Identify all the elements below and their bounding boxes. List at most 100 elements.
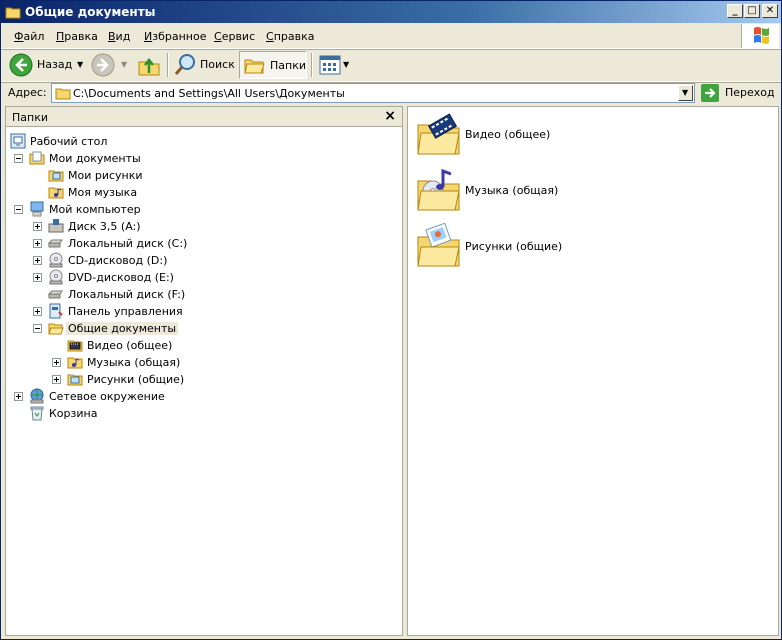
up-folder-icon — [137, 53, 161, 80]
close-button[interactable]: ✕ — [762, 4, 778, 18]
explorer-window: Общие документы _ □ ✕ Файл Правка Вид Из… — [0, 0, 782, 640]
menu-view[interactable]: Вид — [108, 30, 130, 43]
collapse-icon[interactable] — [14, 154, 23, 163]
content-item-pictures[interactable]: Рисунки (общие) — [415, 222, 715, 271]
tree-item-my-music[interactable]: Моя музыка — [6, 184, 396, 201]
tree-item-label: Локальный диск (C:) — [68, 237, 188, 250]
close-icon[interactable]: × — [384, 108, 396, 124]
folders-button[interactable]: Папки — [239, 51, 307, 79]
minimize-button[interactable]: _ — [727, 4, 743, 18]
back-arrow-icon — [9, 53, 33, 80]
up-folder-button[interactable] — [137, 52, 163, 78]
tree-item-shared-pictures[interactable]: Рисунки (общие) — [6, 371, 396, 388]
address-value: C:\Documents and Settings\All Users\Доку… — [73, 87, 345, 100]
views-icon — [319, 55, 341, 78]
back-dropdown-icon[interactable]: ▼ — [77, 60, 83, 69]
collapse-icon[interactable] — [33, 324, 42, 333]
tree-item-label: Корзина — [49, 407, 98, 420]
tree-item-label: Мой компьютер — [49, 203, 141, 216]
tree-item-shared-documents[interactable]: Общие документы — [6, 320, 396, 337]
toolbar-separator — [167, 53, 169, 77]
folders-label: Папки — [270, 59, 306, 72]
back-label: Назад — [37, 58, 73, 71]
pictures-folder-icon — [415, 222, 463, 271]
video-folder-icon — [67, 337, 83, 353]
menu-tools[interactable]: Сервис — [214, 30, 255, 43]
content-item-label: Рисунки (общие) — [465, 240, 563, 253]
content-item-label: Видео (общее) — [465, 128, 551, 141]
music-folder-icon — [415, 167, 463, 215]
folders-panel-header: Папки × — [6, 107, 402, 127]
hard-drive-icon — [47, 235, 64, 251]
tree-item-recycle-bin[interactable]: Корзина — [6, 405, 396, 422]
expand-icon[interactable] — [33, 256, 42, 265]
control-panel-icon — [48, 303, 64, 319]
menu-edit[interactable]: Правка — [56, 30, 98, 43]
expand-icon[interactable] — [14, 392, 23, 401]
expand-icon[interactable] — [33, 239, 42, 248]
my-music-folder-icon — [48, 184, 64, 200]
maximize-button[interactable]: □ — [744, 4, 760, 18]
expand-icon[interactable] — [52, 358, 61, 367]
floppy-drive-icon — [48, 218, 64, 234]
tree-item-control-panel[interactable]: Панель управления — [6, 303, 396, 320]
tree-item-label: Панель управления — [68, 305, 183, 318]
content-item-music[interactable]: Музыка (общая) — [415, 167, 715, 215]
tree-item-my-documents[interactable]: Мои документы — [6, 150, 396, 167]
views-dropdown-icon[interactable]: ▼ — [343, 60, 349, 69]
folders-panel: Папки × Рабочий стол Мои документы Мои р… — [5, 106, 403, 636]
menu-bar: Файл Правка Вид Избранное Сервис Справка — [1, 23, 781, 49]
forward-dropdown-icon[interactable]: ▼ — [121, 60, 127, 69]
expand-icon[interactable] — [33, 307, 42, 316]
tree-item-local-disk-c[interactable]: Локальный диск (C:) — [6, 235, 396, 252]
content-item-label: Музыка (общая) — [465, 184, 559, 197]
forward-arrow-icon — [91, 53, 115, 80]
address-dropdown-button[interactable]: ▼ — [678, 85, 693, 101]
expand-icon[interactable] — [33, 222, 42, 231]
views-button[interactable]: ▼ — [317, 52, 353, 78]
tree-item-dvd-drive[interactable]: DVD-дисковод (E:) — [6, 269, 396, 286]
tree-item-my-pictures[interactable]: Мои рисунки — [6, 167, 396, 184]
tree-item-label: Рабочий стол — [30, 135, 108, 148]
tree-item-label: CD-дисковод (D:) — [68, 254, 168, 267]
tree-item-network[interactable]: Сетевое окружение — [6, 388, 396, 405]
menu-file[interactable]: Файл — [14, 30, 44, 43]
expand-icon[interactable] — [52, 375, 61, 384]
tree-item-label: Видео (общее) — [87, 339, 173, 352]
menu-help[interactable]: Справка — [266, 30, 314, 43]
dvd-drive-icon — [48, 269, 64, 285]
content-item-video[interactable]: Видео (общее) — [415, 111, 715, 159]
address-input[interactable]: C:\Documents and Settings\All Users\Доку… — [51, 83, 695, 103]
tree-item-local-disk-f[interactable]: Локальный диск (F:) — [6, 286, 396, 303]
tree-item-my-computer[interactable]: Мой компьютер — [6, 201, 396, 218]
network-icon — [29, 388, 45, 404]
tree-item-shared-video[interactable]: Видео (общее) — [6, 337, 396, 354]
forward-button[interactable]: ▼ — [91, 52, 131, 78]
folders-icon — [244, 54, 266, 79]
open-folder-icon — [48, 320, 64, 336]
tree-item-label-selected: Общие документы — [66, 322, 179, 335]
go-button[interactable]: Переход — [701, 83, 779, 103]
address-label: Адрес: — [8, 86, 47, 99]
tree-item-label: Мои документы — [49, 152, 141, 165]
music-folder-icon — [67, 354, 83, 370]
tree-item-cd-drive[interactable]: CD-дисковод (D:) — [6, 252, 396, 269]
collapse-icon[interactable] — [14, 205, 23, 214]
my-documents-icon — [29, 150, 45, 166]
tree-item-floppy[interactable]: Диск 3,5 (A:) — [6, 218, 396, 235]
tree-item-label: Мои рисунки — [68, 169, 143, 182]
recycle-bin-icon — [29, 405, 45, 421]
tree-item-label: Локальный диск (F:) — [68, 288, 186, 301]
menu-favorites[interactable]: Избранное — [144, 30, 206, 43]
tree-item-label: Моя музыка — [68, 186, 138, 199]
search-icon — [173, 53, 197, 80]
expand-icon[interactable] — [33, 273, 42, 282]
tree-item-label: Диск 3,5 (A:) — [68, 220, 141, 233]
back-button[interactable]: Назад ▼ — [9, 52, 87, 78]
search-button[interactable]: Поиск — [173, 52, 235, 78]
window-title: Общие документы — [25, 5, 156, 19]
address-bar: Адрес: C:\Documents and Settings\All Use… — [1, 82, 781, 104]
tree-item-desktop[interactable]: Рабочий стол — [6, 133, 396, 150]
title-bar[interactable]: Общие документы _ □ ✕ — [1, 1, 781, 23]
tree-item-shared-music[interactable]: Музыка (общая) — [6, 354, 396, 371]
